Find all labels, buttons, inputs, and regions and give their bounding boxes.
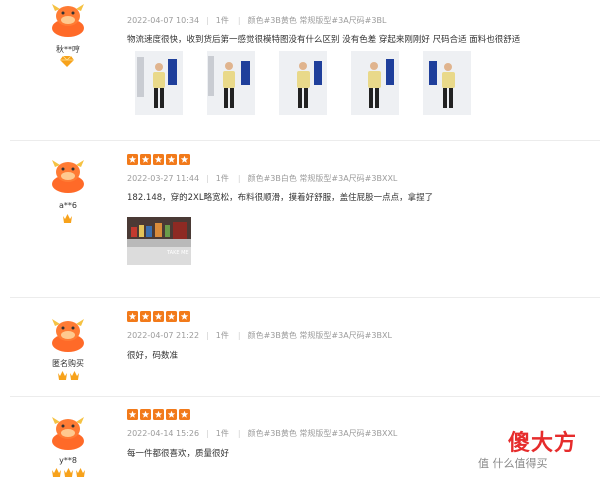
star-icon	[153, 154, 164, 165]
review-meta: 2022-04-07 21:22 | 1件 | 颜色#3B黄色 常规版型#3A尺码#3B…	[127, 331, 392, 340]
avatar[interactable]	[50, 318, 86, 352]
review-spec: 颜色#3B白色 常规版型#3A尺码#3BXXL	[247, 174, 398, 183]
star-icon	[166, 154, 177, 165]
review-content: 物流速度很快，收到货后第一感觉很模特图没有什么区别 没有色差 穿起来刚刚好 尺码…	[127, 35, 521, 45]
review-content: 每一件都很喜欢，质量很好	[127, 449, 230, 459]
rating-stars	[127, 409, 190, 420]
username[interactable]: a**6	[40, 201, 96, 210]
review-item: 匿名购买 2022-04-07 21:22 | 1件 | 颜色#3B黄色 常规版型#3A…	[0, 298, 600, 395]
username[interactable]: y**8	[40, 456, 96, 465]
review-quantity: 1件	[215, 331, 229, 340]
svg-text:TAKE ME: TAKE ME	[166, 250, 189, 256]
review-date: 2022-04-07 21:22	[127, 331, 200, 340]
review-date: 2022-04-14 15:26	[127, 429, 200, 438]
crown-badge-icon	[57, 370, 80, 381]
rating-stars	[127, 311, 190, 322]
star-icon	[166, 311, 177, 322]
review-date: 2022-04-07 10:34	[127, 16, 200, 25]
review-meta: 2022-03-27 11:44 | 1件 | 颜色#3B白色 常规版型#3A尺码#3B…	[127, 174, 398, 183]
crown-badge-icon	[62, 213, 73, 224]
star-icon	[153, 409, 164, 420]
review-content: 很好，码数准	[127, 351, 179, 361]
watermark: 傻大方 值 什么值得买	[474, 425, 594, 475]
star-icon	[166, 409, 177, 420]
review-quantity: 1件	[215, 174, 229, 183]
star-icon	[179, 409, 190, 420]
review-photo[interactable]	[351, 51, 399, 115]
star-icon	[179, 154, 190, 165]
review-date: 2022-03-27 11:44	[127, 174, 200, 183]
review-photo[interactable]	[279, 51, 327, 115]
review-content: 182.148，穿的2XL略宽松，布料很顺滑，摸着好舒服，盖住屁股一点点，拿捏了	[127, 193, 434, 203]
review-quantity: 1件	[215, 16, 229, 25]
star-icon	[140, 311, 151, 322]
review-photo[interactable]	[135, 51, 183, 115]
username[interactable]: 秋**哼	[40, 44, 96, 55]
avatar[interactable]	[50, 416, 86, 450]
review-spec: 颜色#3B黄色 常规版型#3A尺码#3BL	[247, 16, 387, 25]
watermark-logo-text: 傻大方	[508, 431, 578, 456]
review-photo[interactable]	[423, 51, 471, 115]
star-icon	[127, 409, 138, 420]
review-meta: 2022-04-07 10:34 | 1件 | 颜色#3B黄色 常规版型#3A尺码#3B…	[127, 16, 387, 25]
watermark-caption: 值 什么值得买	[478, 457, 548, 470]
review-meta: 2022-04-14 15:26 | 1件 | 颜色#3B黄色 常规版型#3A尺码#3B…	[127, 429, 398, 438]
avatar[interactable]	[50, 159, 86, 193]
star-icon	[127, 311, 138, 322]
star-icon	[153, 311, 164, 322]
star-icon	[140, 154, 151, 165]
star-icon	[140, 409, 151, 420]
username[interactable]: 匿名购买	[40, 358, 96, 369]
review-quantity: 1件	[215, 429, 229, 438]
star-icon	[127, 154, 138, 165]
review-photo[interactable]: TAKE ME	[127, 217, 191, 265]
review-item: a**6 2022-03-27 11:44 | 1件 | 颜色#3B白色 常规版型#3A…	[0, 141, 600, 296]
avatar[interactable]	[50, 3, 86, 37]
review-item: 秋**哼 2022-04-07 10:34 | 1件 | 颜色#3B黄色 常规版型#3A…	[0, 0, 600, 138]
review-spec: 颜色#3B黄色 常规版型#3A尺码#3BXXL	[247, 429, 398, 438]
review-photo[interactable]	[207, 51, 255, 115]
diamond-badge-icon	[60, 56, 74, 67]
review-spec: 颜色#3B黄色 常规版型#3A尺码#3BXL	[247, 331, 392, 340]
star-icon	[179, 311, 190, 322]
rating-stars	[127, 154, 190, 165]
crown-badge-icon	[51, 467, 86, 478]
